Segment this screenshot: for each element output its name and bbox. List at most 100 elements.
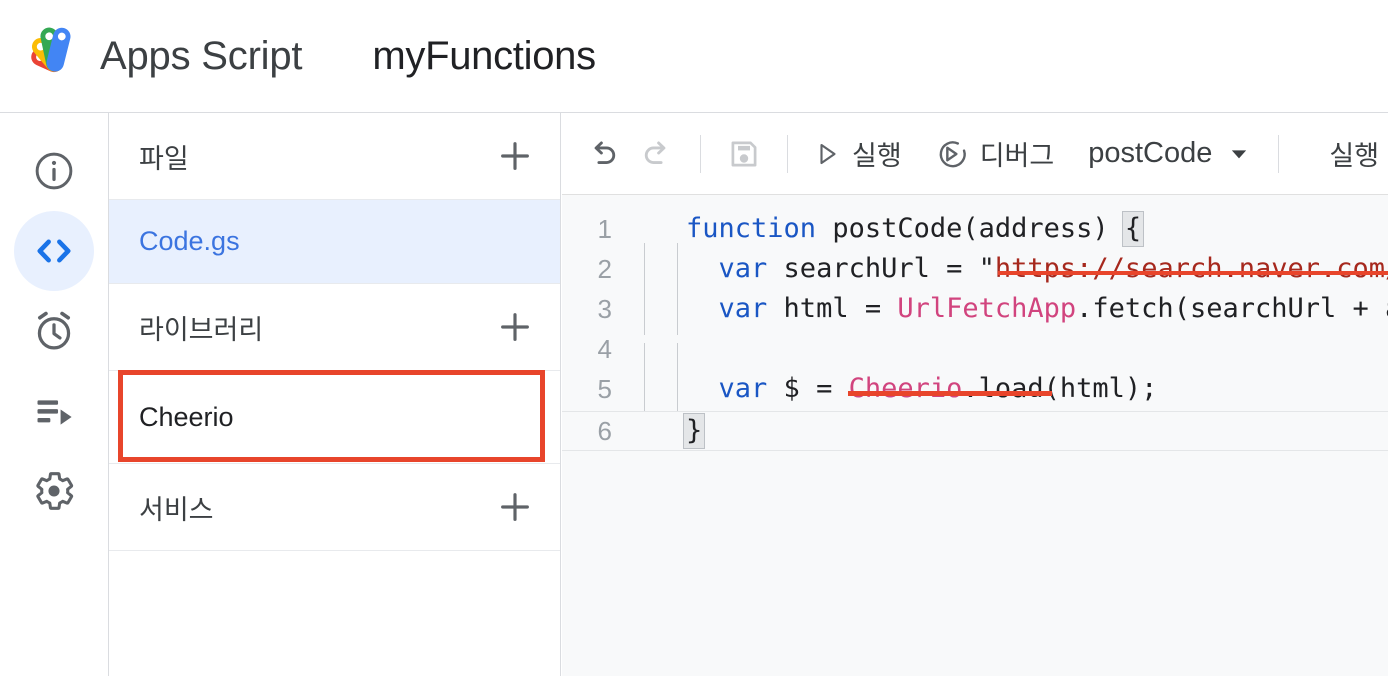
- token-assign: $ =: [767, 373, 849, 404]
- line-number: 5: [597, 374, 612, 404]
- sidebar-item-overview[interactable]: [14, 131, 94, 211]
- code-icon: [37, 239, 71, 263]
- plus-icon: [501, 142, 529, 170]
- code-line: 1 function postCode(address) {: [562, 209, 1388, 249]
- editor-toolbar: 실행 디버그 postCode 실행: [562, 113, 1388, 195]
- files-panel: 파일 Code.gs 라이브러리 Cheerio 서비스: [109, 113, 561, 676]
- app-header: Apps Script myFunctions: [0, 0, 1388, 113]
- toolbar-separator-3: [1278, 134, 1280, 173]
- redo-icon: [644, 140, 666, 164]
- code-line: 4: [562, 329, 1388, 395]
- save-icon: [731, 141, 757, 166]
- indent-guide: [644, 363, 645, 411]
- code-line: 3 var html = UrlFetchApp.fetch(searchUrl…: [562, 283, 1388, 335]
- libraries-section-label: 라이브러리: [139, 314, 264, 345]
- executions-button[interactable]: 실행: [1325, 130, 1383, 178]
- project-title[interactable]: myFunctions: [372, 34, 596, 79]
- plus-icon: [501, 493, 529, 521]
- code-editor-pane: 실행 디버그 postCode 실행 1 function postCode(a…: [562, 113, 1388, 676]
- code-area[interactable]: 1 function postCode(address) { 2 var sea…: [562, 195, 1388, 676]
- sidebar-item-settings[interactable]: [14, 451, 94, 531]
- line-number: 2: [597, 254, 612, 284]
- token-call: .load(html);: [962, 373, 1158, 404]
- indent-guide: [677, 283, 678, 335]
- run-button-label: 실행: [852, 141, 902, 171]
- sidebar-item-editor[interactable]: [14, 211, 94, 291]
- token-keyword: var: [718, 293, 768, 324]
- line-number: 4: [597, 334, 612, 364]
- indent-guide: [677, 363, 678, 411]
- token-assign: searchUrl =: [767, 253, 979, 284]
- token-keyword: function: [686, 213, 817, 244]
- token-class-name: UrlFetchApp: [897, 293, 1077, 324]
- code-line-text: function postCode(address) {: [628, 209, 1388, 249]
- token-open-brace: {: [1121, 211, 1145, 247]
- token-assign: html =: [767, 293, 898, 324]
- chevron-down-icon: [1232, 149, 1247, 158]
- plus-icon: [501, 313, 529, 341]
- code-line: 5 var $ = Cheerio.load(html);: [562, 363, 1388, 411]
- code-line-text: var $ = Cheerio.load(html);: [628, 363, 1388, 411]
- code-line-text: }: [628, 411, 1388, 451]
- services-section-header: 서비스: [109, 464, 560, 551]
- indent-guide: [644, 283, 645, 335]
- gear-icon: [36, 472, 74, 510]
- alarm-clock-icon: [37, 311, 71, 350]
- token-close-brace: }: [683, 413, 706, 449]
- function-select-value: postCode: [1088, 137, 1213, 169]
- play-icon: [820, 143, 836, 164]
- token-params: (address): [962, 213, 1125, 244]
- line-number: 6: [597, 416, 612, 446]
- library-item-cheerio[interactable]: Cheerio: [109, 370, 560, 464]
- token-keyword: var: [718, 253, 768, 284]
- executions-button-label: 실행: [1329, 141, 1380, 171]
- code-lines: 1 function postCode(address) { 2 var sea…: [562, 195, 1388, 453]
- debug-button[interactable]: 디버그: [932, 130, 1059, 178]
- app-title: Apps Script: [100, 33, 303, 78]
- save-button[interactable]: [721, 131, 767, 177]
- debug-button-label: 디버그: [979, 141, 1055, 171]
- debug-icon: [939, 140, 966, 167]
- token-call: .fetch(searchUrl + a: [1076, 293, 1388, 324]
- info-icon: [35, 152, 73, 190]
- file-item-code-gs[interactable]: Code.gs: [109, 200, 560, 284]
- token-function-name: postCode: [832, 213, 963, 244]
- sidebar-item-executions[interactable]: [14, 371, 94, 451]
- token-string: https://search.naver.com/: [994, 253, 1388, 284]
- add-library-button[interactable]: [494, 306, 536, 348]
- add-service-button[interactable]: [494, 486, 536, 528]
- apps-script-logo: [31, 27, 71, 73]
- token-class-name: Cheerio: [848, 373, 963, 404]
- code-line: 6 }: [562, 409, 1388, 453]
- sidebar-item-triggers[interactable]: [14, 291, 94, 371]
- code-line: 2 var searchUrl = "https://search.naver.…: [562, 243, 1388, 295]
- file-item-label: Code.gs: [139, 226, 240, 256]
- function-select[interactable]: postCode: [1088, 137, 1252, 170]
- left-nav-rail: [0, 113, 109, 676]
- services-section-label: 서비스: [139, 494, 214, 525]
- add-file-button[interactable]: [494, 135, 536, 177]
- undo-button[interactable]: [580, 131, 626, 177]
- token-keyword: var: [718, 373, 768, 404]
- files-panel-empty-area: [109, 551, 560, 676]
- executions-icon: [37, 400, 72, 425]
- token-quote: ": [978, 253, 995, 284]
- code-line-text: var html = UrlFetchApp.fetch(searchUrl +…: [628, 283, 1388, 335]
- undo-icon: [594, 140, 616, 164]
- files-section-label: 파일: [139, 143, 189, 174]
- code-line-text: var searchUrl = "https://search.naver.co…: [628, 243, 1388, 295]
- library-item-label: Cheerio: [139, 401, 234, 432]
- apps-script-window: Apps Script myFunctions 파일 Code.gs 라이브러리…: [0, 0, 1388, 676]
- files-section-header: 파일: [109, 113, 560, 200]
- line-number: 3: [597, 294, 612, 324]
- line-number: 1: [597, 214, 612, 244]
- libraries-section-header: 라이브러리: [109, 284, 560, 371]
- redo-button[interactable]: [634, 131, 680, 177]
- toolbar-separator-2: [787, 134, 788, 173]
- run-button[interactable]: 실행: [808, 130, 906, 178]
- toolbar-separator-1: [700, 134, 701, 173]
